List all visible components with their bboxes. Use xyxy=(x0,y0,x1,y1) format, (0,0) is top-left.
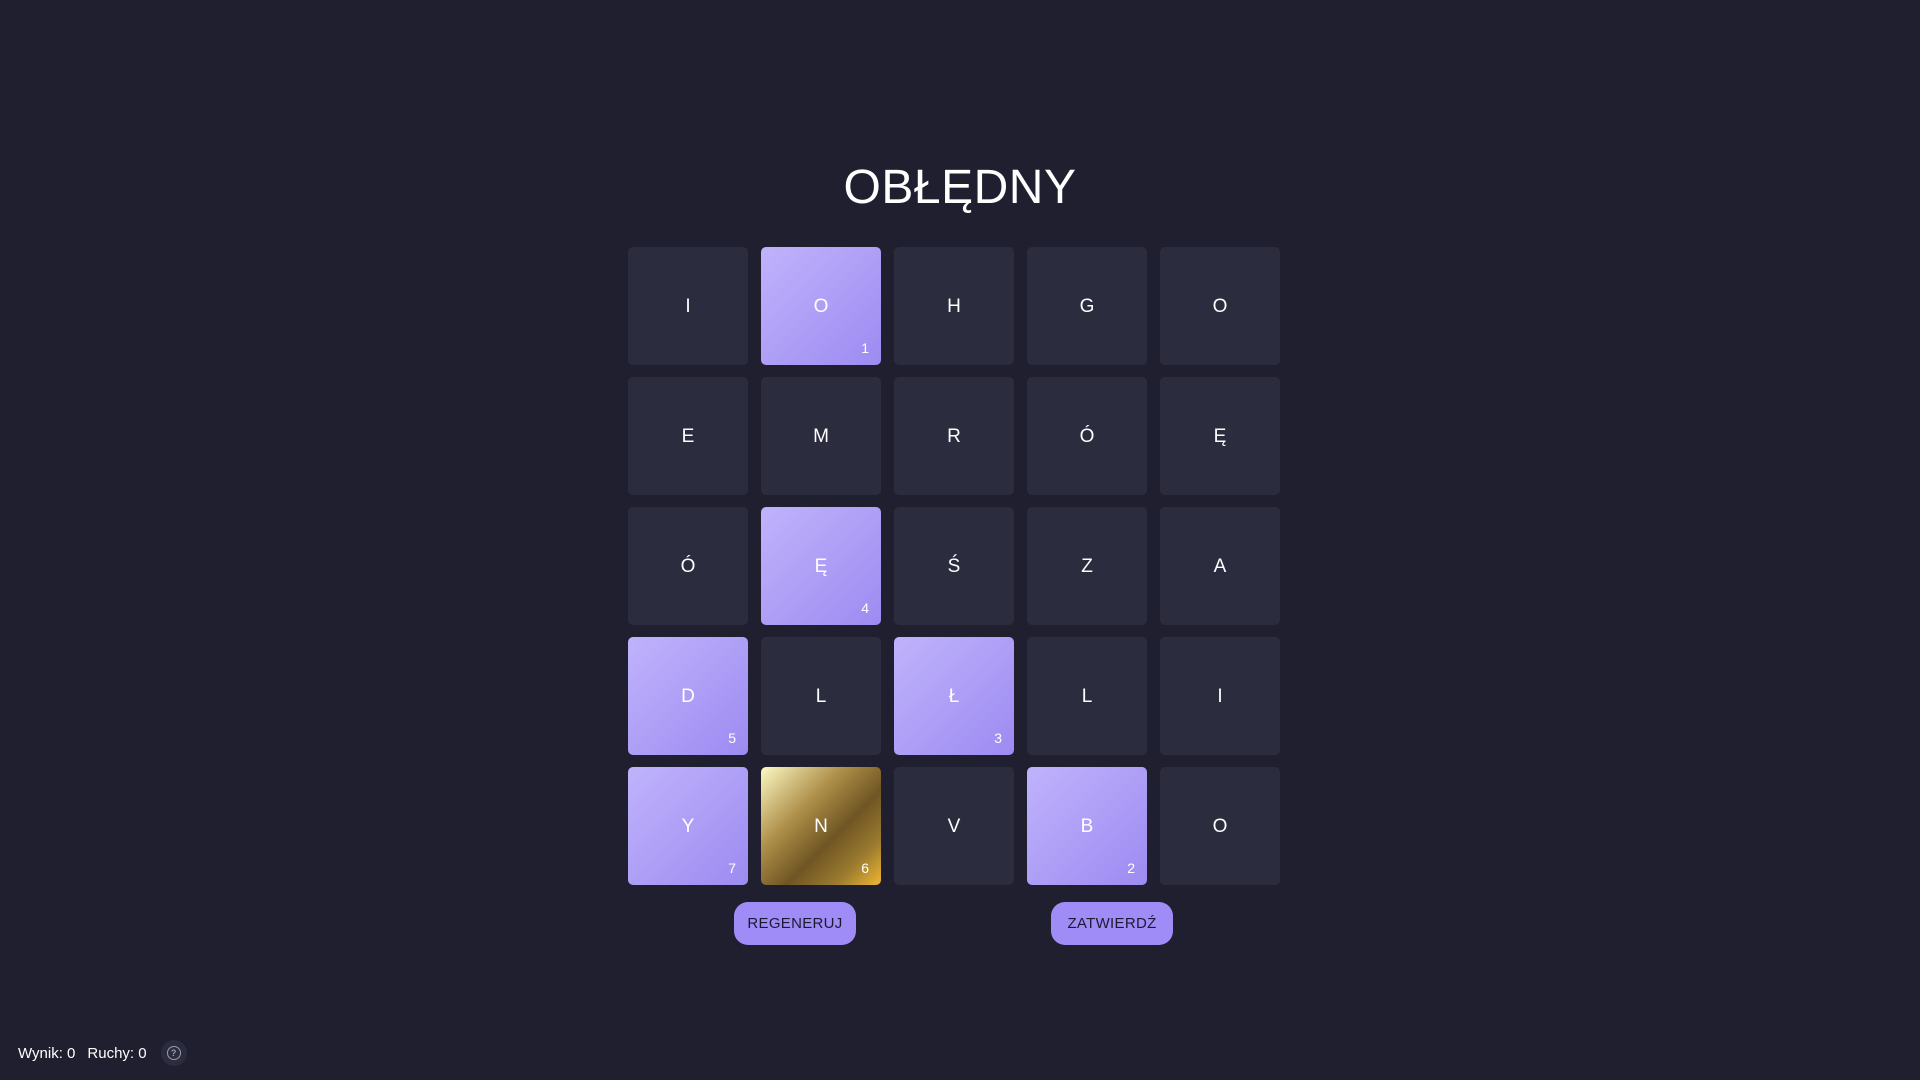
tile-letter: I xyxy=(685,295,691,317)
letter-grid: I O 1 H G O E M R Ó Ę Ó Ę 4 Ś Z A D 5 L … xyxy=(628,247,1280,885)
tile-letter: R xyxy=(947,425,961,447)
letter-tile-r3-c2[interactable]: Ł 3 xyxy=(894,637,1014,755)
letter-tile-r4-c2[interactable]: V xyxy=(894,767,1014,885)
tile-letter: Ę xyxy=(814,555,828,577)
game-title: OBŁĘDNY xyxy=(843,161,1077,214)
tile-letter: M xyxy=(813,425,829,447)
letter-tile-r3-c4[interactable]: I xyxy=(1160,637,1280,755)
status-bar: Wynik: 0 Ruchy: 0 ? xyxy=(18,1040,187,1066)
letter-tile-r0-c4[interactable]: O xyxy=(1160,247,1280,365)
tile-letter: Y xyxy=(681,815,695,837)
letter-tile-r1-c0[interactable]: E xyxy=(628,377,748,495)
tile-letter: O xyxy=(813,295,829,317)
tile-order-number: 3 xyxy=(994,730,1002,746)
letter-tile-r0-c2[interactable]: H xyxy=(894,247,1014,365)
letter-tile-r0-c3[interactable]: G xyxy=(1027,247,1147,365)
tile-letter: B xyxy=(1080,815,1094,837)
letter-tile-r1-c1[interactable]: M xyxy=(761,377,881,495)
tile-order-number: 7 xyxy=(728,860,736,876)
tile-letter: E xyxy=(681,425,695,447)
letter-tile-r2-c0[interactable]: Ó xyxy=(628,507,748,625)
letter-tile-r2-c3[interactable]: Z xyxy=(1027,507,1147,625)
tile-order-number: 6 xyxy=(861,860,869,876)
tile-order-number: 2 xyxy=(1127,860,1135,876)
tile-order-number: 1 xyxy=(861,340,869,356)
tile-letter: I xyxy=(1217,685,1223,707)
tile-letter: D xyxy=(681,685,695,707)
tile-letter: G xyxy=(1079,295,1095,317)
tile-letter: Ó xyxy=(1079,425,1095,447)
letter-tile-r2-c4[interactable]: A xyxy=(1160,507,1280,625)
letter-tile-r4-c3[interactable]: B 2 xyxy=(1027,767,1147,885)
tile-letter: H xyxy=(947,295,961,317)
tile-letter: Ó xyxy=(680,555,696,577)
tile-letter: V xyxy=(947,815,961,837)
tile-letter: Ś xyxy=(947,555,961,577)
letter-tile-r4-c4[interactable]: O xyxy=(1160,767,1280,885)
tile-order-number: 4 xyxy=(861,600,869,616)
tile-order-number: 5 xyxy=(728,730,736,746)
score-display: Wynik: 0 xyxy=(18,1044,76,1062)
letter-tile-r1-c4[interactable]: Ę xyxy=(1160,377,1280,495)
letter-tile-r0-c0[interactable]: I xyxy=(628,247,748,365)
letter-tile-r4-c0[interactable]: Y 7 xyxy=(628,767,748,885)
letter-tile-r2-c2[interactable]: Ś xyxy=(894,507,1014,625)
tile-letter: Z xyxy=(1081,555,1093,577)
submit-button[interactable]: ZATWIERDŹ xyxy=(1051,902,1173,945)
regenerate-button[interactable]: REGENERUJ xyxy=(734,902,856,945)
tile-letter: Ę xyxy=(1213,425,1227,447)
letter-tile-r0-c1[interactable]: O 1 xyxy=(761,247,881,365)
tile-letter: O xyxy=(1212,295,1228,317)
moves-display: Ruchy: 0 xyxy=(87,1044,147,1062)
help-button[interactable]: ? xyxy=(160,1040,187,1066)
letter-tile-r1-c3[interactable]: Ó xyxy=(1027,377,1147,495)
tile-letter: O xyxy=(1212,815,1228,837)
help-circle-icon: ? xyxy=(166,1046,181,1060)
tile-letter: L xyxy=(1081,685,1093,707)
letter-tile-r3-c3[interactable]: L xyxy=(1027,637,1147,755)
letter-tile-r2-c1[interactable]: Ę 4 xyxy=(761,507,881,625)
tile-letter: A xyxy=(1213,555,1227,577)
letter-tile-r3-c1[interactable]: L xyxy=(761,637,881,755)
tile-letter: N xyxy=(814,815,828,837)
letter-tile-r1-c2[interactable]: R xyxy=(894,377,1014,495)
letter-tile-r4-c1[interactable]: N 6 xyxy=(761,767,881,885)
letter-tile-r3-c0[interactable]: D 5 xyxy=(628,637,748,755)
tile-letter: Ł xyxy=(948,685,960,707)
tile-letter: L xyxy=(815,685,827,707)
